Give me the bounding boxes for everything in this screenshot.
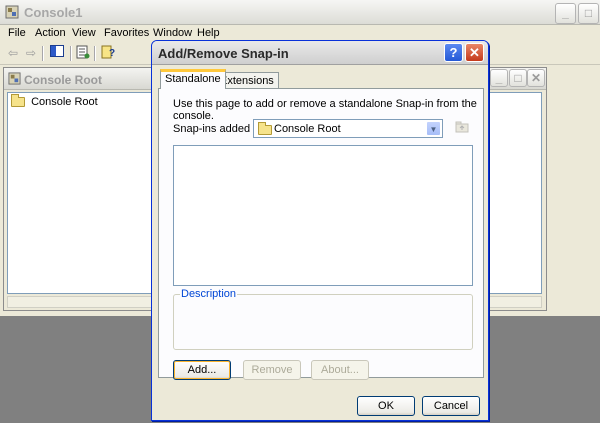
standalone-tab-panel: Use this page to add or remove a standal…: [158, 88, 484, 380]
description-group: Description: [173, 288, 473, 350]
menu-file[interactable]: File: [8, 27, 26, 39]
toolbar-separator: [70, 46, 72, 61]
tab-standalone[interactable]: Standalone: [160, 69, 226, 89]
mmc-app-icon: [5, 5, 19, 19]
dropdown-value: Console Root: [274, 123, 341, 135]
ok-button[interactable]: OK: [357, 396, 415, 416]
dialog-title: Add/Remove Snap-in: [158, 46, 289, 61]
toolbar-separator: [94, 46, 96, 61]
about-button[interactable]: About...: [311, 360, 369, 380]
help-icon[interactable]: ?: [444, 43, 463, 62]
svg-text:?: ?: [109, 48, 115, 59]
description-label: Description: [180, 288, 238, 300]
window-title: Console1: [24, 5, 83, 20]
child-maximize-icon[interactable]: □: [509, 69, 527, 87]
up-folder-icon[interactable]: [455, 121, 469, 133]
snapin-list[interactable]: [173, 145, 473, 286]
menu-favorites[interactable]: Favorites: [104, 27, 149, 39]
remove-button[interactable]: Remove: [243, 360, 301, 380]
maximize-icon[interactable]: □: [578, 3, 599, 24]
close-icon[interactable]: ✕: [465, 43, 484, 62]
add-button[interactable]: Add...: [173, 360, 231, 380]
console-root-icon: [8, 72, 21, 85]
add-remove-snapin-dialog: Add/Remove Snap-in ? ✕ Standalone Extens…: [151, 40, 489, 421]
chevron-down-icon[interactable]: ▼: [426, 121, 441, 136]
child-window-title: Console Root: [24, 73, 102, 87]
show-hide-tree-icon[interactable]: [48, 45, 66, 62]
snapins-added-to-dropdown[interactable]: Console Root ▼: [253, 119, 443, 138]
menu-window[interactable]: Window: [153, 27, 192, 39]
child-close-icon[interactable]: ✕: [527, 69, 545, 87]
back-arrow-icon[interactable]: ⇦: [4, 45, 22, 62]
menu-view[interactable]: View: [72, 27, 96, 39]
main-titlebar[interactable]: Console1 _ □: [0, 0, 600, 25]
snapins-added-to-label: Snap-ins added to:: [173, 123, 266, 135]
forward-arrow-icon[interactable]: ⇨: [22, 45, 40, 62]
menu-help[interactable]: Help: [197, 27, 220, 39]
dialog-titlebar[interactable]: Add/Remove Snap-in ? ✕: [152, 41, 488, 65]
toolbar-separator: [42, 46, 44, 61]
tree-item-console-root[interactable]: Console Root: [11, 94, 98, 108]
menu-action[interactable]: Action: [35, 27, 66, 39]
tree-item-label: Console Root: [31, 96, 98, 108]
export-list-icon[interactable]: [74, 45, 92, 62]
folder-icon: [258, 122, 272, 136]
cancel-button[interactable]: Cancel: [422, 396, 480, 416]
tree-pane[interactable]: Console Root: [7, 92, 155, 294]
help-topics-icon[interactable]: ?: [99, 45, 117, 62]
child-minimize-icon[interactable]: _: [490, 69, 508, 87]
minimize-icon[interactable]: _: [555, 3, 576, 24]
folder-icon: [11, 94, 25, 108]
